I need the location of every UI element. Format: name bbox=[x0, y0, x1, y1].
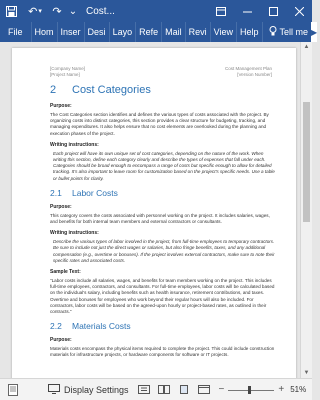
subsection-heading-labor: 2.1 Labor Costs bbox=[50, 188, 276, 198]
tab-home[interactable]: Hom bbox=[30, 22, 57, 42]
tell-me-label: Tell me bbox=[279, 27, 309, 37]
save-icon[interactable] bbox=[0, 0, 22, 22]
zoom-slider-knob[interactable] bbox=[248, 385, 252, 394]
sample-text-label: Sample Text: bbox=[50, 269, 81, 276]
section-heading: 2 Cost Categories bbox=[50, 84, 276, 96]
header-project: [Project Name] bbox=[50, 72, 80, 77]
tell-me-box[interactable]: Tell me bbox=[261, 22, 312, 42]
purpose-label: Purpose: bbox=[50, 103, 72, 109]
document-area[interactable]: [Company Name] [Project Name] Cost Manag… bbox=[0, 42, 300, 378]
scroll-down-icon[interactable]: ▼ bbox=[301, 368, 312, 378]
vertical-scrollbar[interactable]: ▲ ▼ bbox=[300, 42, 312, 378]
document-page[interactable]: [Company Name] [Project Name] Cost Manag… bbox=[12, 48, 296, 378]
scroll-up-icon[interactable]: ▲ bbox=[301, 42, 312, 52]
undo-icon: ↶ bbox=[28, 5, 38, 18]
header-version: [Version Number] bbox=[237, 72, 272, 77]
scrollbar-thumb[interactable] bbox=[303, 102, 310, 222]
zoom-percentage[interactable]: 51% bbox=[290, 385, 306, 394]
status-bar: Display Settings − + 51% bbox=[0, 378, 312, 400]
labor-writing-label: Writing instructions: bbox=[50, 230, 99, 237]
section-title: Cost Categories bbox=[72, 84, 151, 96]
display-settings-icon bbox=[48, 383, 60, 396]
labor-writing-text: Describe the various types of labor invo… bbox=[53, 239, 275, 263]
tab-mailings[interactable]: Mail bbox=[161, 22, 185, 42]
purpose-text: The Cost Categories section identifies a… bbox=[50, 112, 269, 136]
page-header-left: [Company Name] [Project Name] bbox=[50, 66, 85, 78]
materials-purpose-text: Materials costs encompass the physical i… bbox=[50, 346, 275, 358]
writing-instructions-text: Each project will have its own unique se… bbox=[53, 150, 275, 181]
labor-purpose-label: Purpose: bbox=[50, 203, 72, 210]
subsection-number: 2.2 bbox=[50, 321, 62, 332]
tab-insert[interactable]: Inser bbox=[56, 22, 84, 42]
tab-help[interactable]: Help bbox=[236, 22, 262, 42]
zoom-slider[interactable] bbox=[228, 385, 275, 394]
subsection-title: Labor Costs bbox=[72, 187, 118, 198]
section-number: 2 bbox=[50, 84, 57, 96]
subsection-title: Materials Costs bbox=[72, 321, 131, 332]
display-settings-button[interactable]: Display Settings bbox=[48, 383, 129, 396]
display-settings-label: Display Settings bbox=[64, 384, 129, 395]
web-layout-icon[interactable] bbox=[197, 384, 211, 396]
writing-instructions-label: Writing instructions: bbox=[50, 141, 99, 148]
title-bar: ↶ ▾ ↷ ⌄ Cost... bbox=[0, 0, 312, 22]
document-title: Cost... bbox=[86, 5, 115, 17]
customize-toolbar-button[interactable]: ⌄ bbox=[66, 0, 80, 22]
zoom-in-button[interactable]: + bbox=[278, 384, 284, 395]
ribbon-tabs: File Hom Inser Desi Layo Refe Mail Revi … bbox=[0, 22, 318, 42]
tab-references[interactable]: Refe bbox=[135, 22, 161, 42]
tab-layout[interactable]: Layo bbox=[108, 22, 136, 42]
page-header-right: Cost Management Plan [Version Number] bbox=[225, 66, 272, 78]
ribbon-options-icon[interactable] bbox=[208, 0, 234, 22]
zoom-slider-track bbox=[228, 389, 275, 391]
print-layout-icon[interactable] bbox=[177, 384, 191, 396]
materials-purpose-label: Purpose: bbox=[50, 337, 72, 344]
subsection-heading-materials: 2.2 Materials Costs bbox=[50, 321, 276, 331]
ribbon-expand-icon[interactable]: ▶ bbox=[311, 22, 318, 42]
focus-mode-icon[interactable] bbox=[137, 384, 151, 396]
zoom-out-button[interactable]: − bbox=[219, 384, 225, 395]
redo-icon[interactable]: ↷ bbox=[48, 0, 66, 22]
sample-text: "Labor costs include all salaries, wages… bbox=[50, 278, 275, 315]
page-content: 2 Cost Categories Purpose: The Cost Cate… bbox=[50, 84, 276, 364]
maximize-icon[interactable] bbox=[260, 0, 286, 22]
close-icon[interactable] bbox=[286, 0, 312, 22]
read-mode-icon[interactable] bbox=[157, 384, 171, 396]
undo-dropdown-icon[interactable]: ▾ bbox=[38, 7, 42, 15]
undo-button[interactable]: ↶ ▾ bbox=[22, 0, 48, 22]
tab-design[interactable]: Desi bbox=[83, 22, 109, 42]
subsection-number: 2.1 bbox=[50, 187, 62, 198]
page-view-icon[interactable] bbox=[6, 383, 20, 397]
labor-purpose-text: This category covers the costs associate… bbox=[50, 212, 270, 225]
lightbulb-icon bbox=[269, 26, 277, 38]
tab-review[interactable]: Revi bbox=[184, 22, 210, 42]
tab-view[interactable]: View bbox=[209, 22, 236, 42]
minimize-icon[interactable] bbox=[234, 0, 260, 22]
tab-file[interactable]: File bbox=[0, 22, 31, 42]
